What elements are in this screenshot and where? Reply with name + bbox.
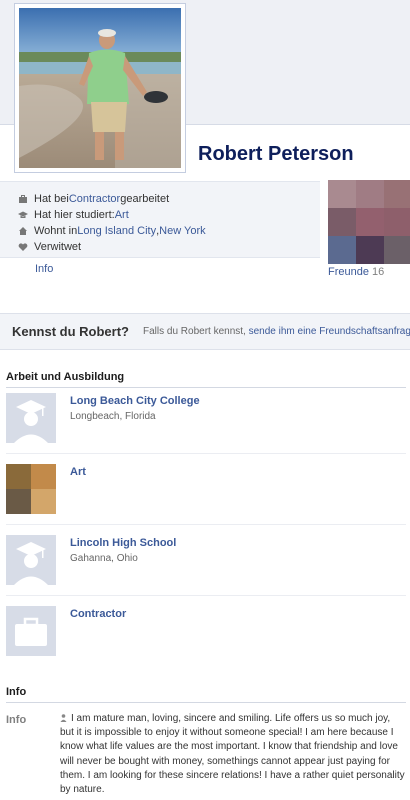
study-link[interactable]: Art: [115, 209, 129, 221]
briefcase-icon[interactable]: [6, 606, 56, 656]
friend-thumbnail[interactable]: [384, 208, 410, 236]
graduation-icon: [18, 210, 28, 220]
friend-thumbnail[interactable]: [356, 180, 384, 208]
art-tile: [31, 464, 56, 489]
art-tile: [31, 489, 56, 514]
row-divider: [6, 524, 406, 525]
info-link[interactable]: Info: [35, 263, 53, 275]
graduation-icon[interactable]: [6, 393, 56, 443]
friend-thumbnail[interactable]: [328, 236, 356, 264]
heart-icon: [18, 242, 28, 252]
edu-item-sub: Longbeach, Florida: [70, 411, 156, 422]
about-status: Verwitwet: [18, 239, 81, 255]
about-box: Hat bei Contractor gearbeitet Hat hier s…: [0, 181, 320, 258]
home-icon: [18, 226, 28, 236]
state-link[interactable]: New York: [159, 225, 205, 237]
profile-photo: [19, 8, 181, 168]
know-prompt: Kennst du Robert? Falls du Robert kennst…: [0, 313, 410, 350]
info-section-title: Info: [6, 686, 27, 698]
city-link[interactable]: Long Island City: [77, 225, 156, 237]
edu-item-sub: Gahanna, Ohio: [70, 553, 138, 564]
row-divider: [6, 453, 406, 454]
friend-thumbnail[interactable]: [328, 208, 356, 236]
edu-item-title[interactable]: Art: [70, 466, 86, 478]
friends-label[interactable]: Freunde 16: [328, 266, 384, 278]
edu-item-title[interactable]: Contractor: [70, 608, 126, 620]
edu-item-title[interactable]: Lincoln High School: [70, 537, 176, 549]
work-education-title: Arbeit und Ausbildung: [6, 371, 125, 383]
briefcase-icon: [18, 194, 28, 204]
info-text: I am mature man, loving, sincere and smi…: [60, 713, 405, 796]
about-work: Hat bei Contractor gearbeitet: [18, 191, 169, 207]
row-divider: [6, 595, 406, 596]
section-divider: [6, 702, 406, 703]
about-study: Hat hier studiert: Art: [18, 207, 129, 223]
profile-name: Robert Peterson: [198, 143, 354, 165]
friend-thumbnail[interactable]: [384, 180, 410, 208]
profile-picture[interactable]: [14, 3, 186, 173]
friend-thumbnail[interactable]: [384, 236, 410, 264]
person-icon: [60, 713, 67, 722]
work-link[interactable]: Contractor: [69, 193, 120, 205]
friend-thumbnail[interactable]: [328, 180, 356, 208]
about-lives: Wohnt in Long Island City , New York: [18, 223, 206, 239]
art-tile: [6, 489, 31, 514]
friend-request-link[interactable]: sende ihm eine Freundschaftsanfrage: [249, 326, 410, 337]
friend-thumbnail[interactable]: [356, 208, 384, 236]
friend-thumbnail[interactable]: [356, 236, 384, 264]
friends-grid[interactable]: [328, 180, 410, 264]
edu-item-title[interactable]: Long Beach City College: [70, 395, 200, 407]
art-thumbnail[interactable]: [6, 464, 56, 514]
friends-count: 16: [372, 266, 385, 278]
info-label: Info: [6, 714, 27, 726]
know-text: Falls du Robert kennst, sende ihm eine F…: [143, 326, 410, 337]
graduation-icon[interactable]: [6, 535, 56, 585]
art-tile: [6, 464, 31, 489]
section-divider: [6, 387, 406, 388]
know-question: Kennst du Robert?: [12, 324, 129, 339]
